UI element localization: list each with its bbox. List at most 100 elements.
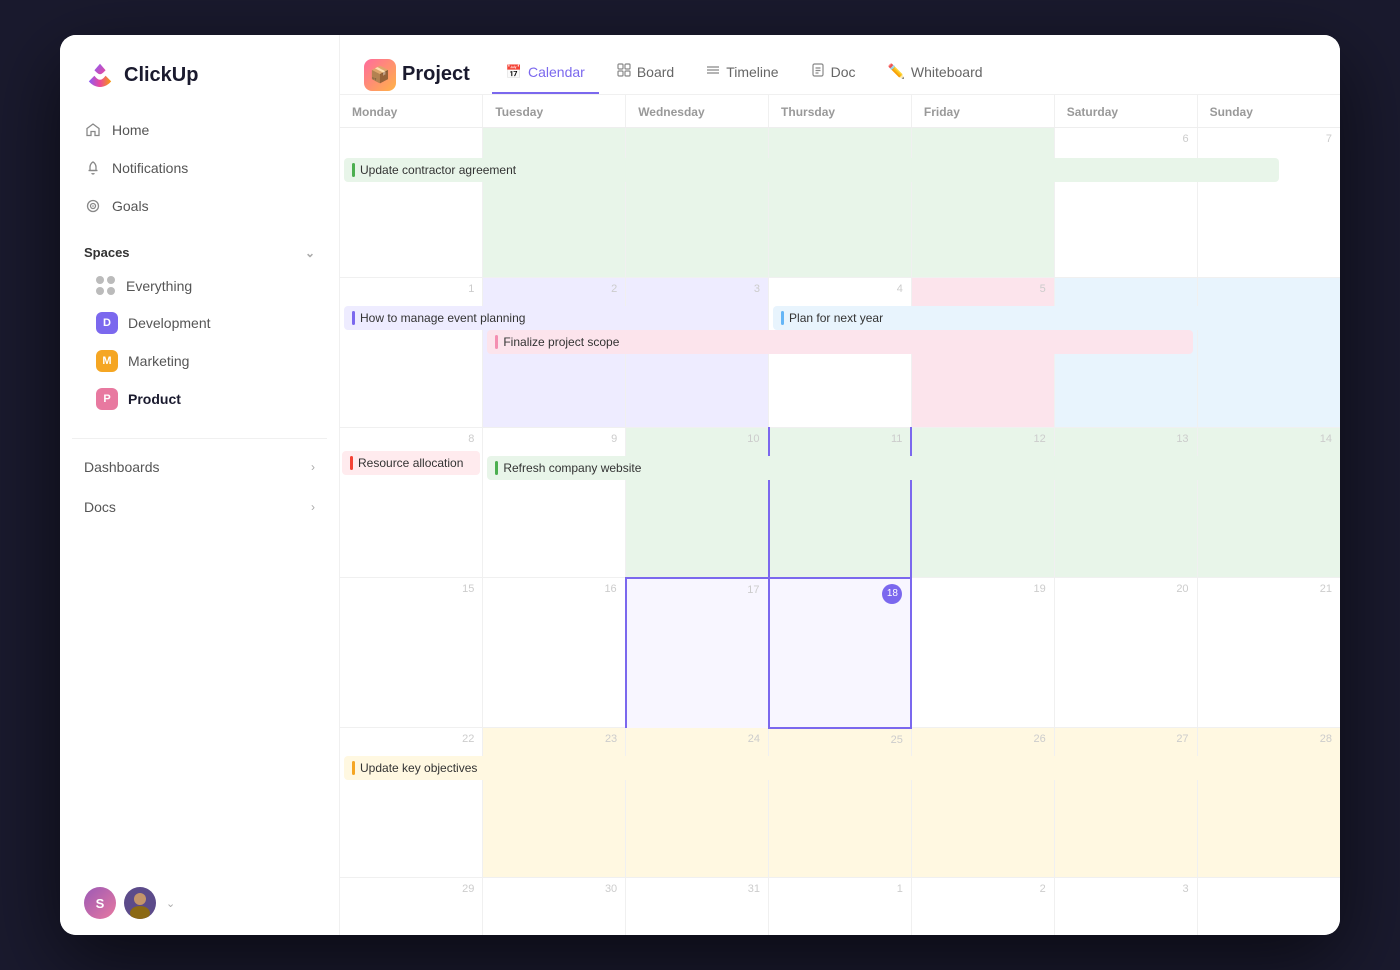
- cal-cell-sat-w6[interactable]: 3: [1054, 878, 1197, 936]
- date-26: 26: [914, 730, 1052, 747]
- cal-cell-fri-w1[interactable]: [911, 128, 1054, 278]
- cal-cell-tue-w4[interactable]: 16: [483, 578, 626, 728]
- cal-cell-sat-w5[interactable]: 27: [1054, 728, 1197, 878]
- page-title: Project: [402, 63, 470, 86]
- cal-cell-sat-w3[interactable]: 13: [1054, 428, 1197, 578]
- cal-cell-tue-w3[interactable]: 9 Refresh company website: [483, 428, 626, 578]
- cal-cell-mon-w3[interactable]: 8 Resource allocation: [340, 428, 483, 578]
- date-1b: 1: [771, 880, 909, 897]
- event-objectives[interactable]: Update key objectives: [344, 756, 1336, 780]
- week-row-1: Update contractor agreement 6 7: [340, 128, 1340, 278]
- product-badge: P: [96, 388, 118, 410]
- cal-cell-mon-w5[interactable]: 22 Update key objectives: [340, 728, 483, 878]
- cal-cell-wed-w6[interactable]: 31: [626, 878, 769, 936]
- cal-cell-wed-w3[interactable]: 10: [626, 428, 769, 578]
- cal-cell-thu-w6[interactable]: 1: [769, 878, 912, 936]
- date-10: 10: [628, 430, 765, 447]
- calendar-table: Monday Tuesday Wednesday Thursday Friday…: [340, 95, 1340, 935]
- tab-doc[interactable]: Doc: [797, 55, 870, 94]
- cal-cell-thu-w4[interactable]: 18: [769, 578, 912, 728]
- user-avatar-2[interactable]: [124, 887, 156, 919]
- cal-cell-sun-w6[interactable]: [1197, 878, 1340, 936]
- tab-board[interactable]: Board: [603, 55, 688, 94]
- cal-cell-sun-w4[interactable]: 21: [1197, 578, 1340, 728]
- cal-cell-wed-w4[interactable]: 17: [626, 578, 769, 728]
- event-resource-label: Resource allocation: [358, 456, 463, 470]
- user-avatar-1[interactable]: S: [84, 887, 116, 919]
- cal-cell-fri-w6[interactable]: 2: [911, 878, 1054, 936]
- cal-cell-sat-w4[interactable]: 20: [1054, 578, 1197, 728]
- cal-cell-mon-w4[interactable]: 15: [340, 578, 483, 728]
- cal-cell-fri-w5[interactable]: 26: [911, 728, 1054, 878]
- week-row-4: 15 16 17 18: [340, 578, 1340, 728]
- goals-icon: [84, 197, 102, 215]
- date-9: 9: [485, 430, 623, 447]
- cal-cell-mon-w6[interactable]: 29: [340, 878, 483, 936]
- docs-item[interactable]: Docs ›: [60, 487, 339, 527]
- cal-cell-tue-w2[interactable]: 2 Finalize project scope: [483, 278, 626, 428]
- notifications-label: Notifications: [112, 160, 188, 176]
- space-item-everything[interactable]: Everything: [84, 268, 315, 304]
- project-page-icon: 📦: [364, 59, 396, 91]
- space-item-development[interactable]: D Development: [84, 304, 315, 342]
- date-3b: 3: [1057, 880, 1195, 897]
- tab-whiteboard[interactable]: ✏️ Whiteboard: [873, 55, 996, 94]
- docs-chevron: ›: [311, 500, 315, 514]
- cal-cell-sun-w3[interactable]: 14: [1197, 428, 1340, 578]
- date-19: 19: [914, 580, 1051, 597]
- event-manage[interactable]: How to manage event planning: [344, 306, 767, 330]
- cal-cell-tue-w5[interactable]: 23: [483, 728, 626, 878]
- dashboards-item[interactable]: Dashboards ›: [60, 447, 339, 487]
- date-17: 17: [629, 581, 766, 598]
- date-14: 14: [1200, 430, 1338, 447]
- tab-timeline[interactable]: Timeline: [692, 55, 792, 94]
- user-dropdown-chevron[interactable]: ⌄: [166, 897, 175, 910]
- cal-cell-sat-w1[interactable]: 6: [1054, 128, 1197, 278]
- sidebar-item-home[interactable]: Home: [72, 111, 327, 149]
- everything-grid-icon: [96, 276, 116, 296]
- chevron-down-icon: ⌄: [305, 246, 315, 260]
- cal-cell-mon-w2[interactable]: 1 How to manage event planning: [340, 278, 483, 428]
- spaces-header[interactable]: Spaces ⌄: [84, 241, 315, 264]
- date-24: 24: [628, 730, 766, 747]
- cal-cell-wed-w5[interactable]: 24: [626, 728, 769, 878]
- cal-cell-thu-w1[interactable]: [769, 128, 912, 278]
- event-plan-label: Plan for next year: [789, 311, 883, 325]
- event-plan[interactable]: Plan for next year: [773, 306, 1336, 330]
- cal-cell-fri-w4[interactable]: 19: [911, 578, 1054, 728]
- cal-cell-sun-w1[interactable]: 7: [1197, 128, 1340, 278]
- cal-cell-sun-w2[interactable]: [1197, 278, 1340, 428]
- event-contractor[interactable]: Update contractor agreement: [344, 158, 1279, 182]
- home-label: Home: [112, 122, 149, 138]
- home-icon: [84, 121, 102, 139]
- date-1: 1: [342, 280, 480, 297]
- sidebar-item-notifications[interactable]: Notifications: [72, 149, 327, 187]
- cal-cell-mon-w1[interactable]: Update contractor agreement: [340, 128, 483, 278]
- date-25: 25: [771, 731, 909, 748]
- space-item-marketing[interactable]: M Marketing: [84, 342, 315, 380]
- timeline-tab-icon: [706, 63, 720, 80]
- cal-cell-sun-w5[interactable]: 28: [1197, 728, 1340, 878]
- date-31: 31: [628, 880, 766, 897]
- timeline-tab-label: Timeline: [726, 64, 778, 80]
- date-21: 21: [1200, 580, 1338, 597]
- event-resource[interactable]: Resource allocation: [342, 451, 480, 475]
- marketing-label: Marketing: [128, 353, 189, 369]
- cal-cell-thu-w3[interactable]: 11: [769, 428, 912, 578]
- space-item-product[interactable]: P Product: [84, 380, 315, 418]
- col-wednesday: Wednesday: [626, 95, 769, 128]
- event-refresh[interactable]: Refresh company website: [487, 456, 1334, 480]
- date-8: 8: [342, 430, 480, 447]
- cal-cell-thu-w5[interactable]: 25: [769, 728, 912, 878]
- cal-cell-tue-w1[interactable]: [483, 128, 626, 278]
- tab-calendar[interactable]: 📅 Calendar: [492, 56, 599, 94]
- spaces-section: Spaces ⌄ Everything D: [60, 225, 339, 430]
- cal-cell-wed-w1[interactable]: [626, 128, 769, 278]
- date-6: 6: [1057, 130, 1195, 147]
- cal-cell-tue-w6[interactable]: 30: [483, 878, 626, 936]
- event-finalize[interactable]: Finalize project scope: [487, 330, 1192, 354]
- sidebar-item-goals[interactable]: Goals: [72, 187, 327, 225]
- cal-cell-fri-w3[interactable]: 12: [911, 428, 1054, 578]
- calendar-tab-icon: 📅: [506, 64, 522, 80]
- event-finalize-label: Finalize project scope: [503, 335, 619, 349]
